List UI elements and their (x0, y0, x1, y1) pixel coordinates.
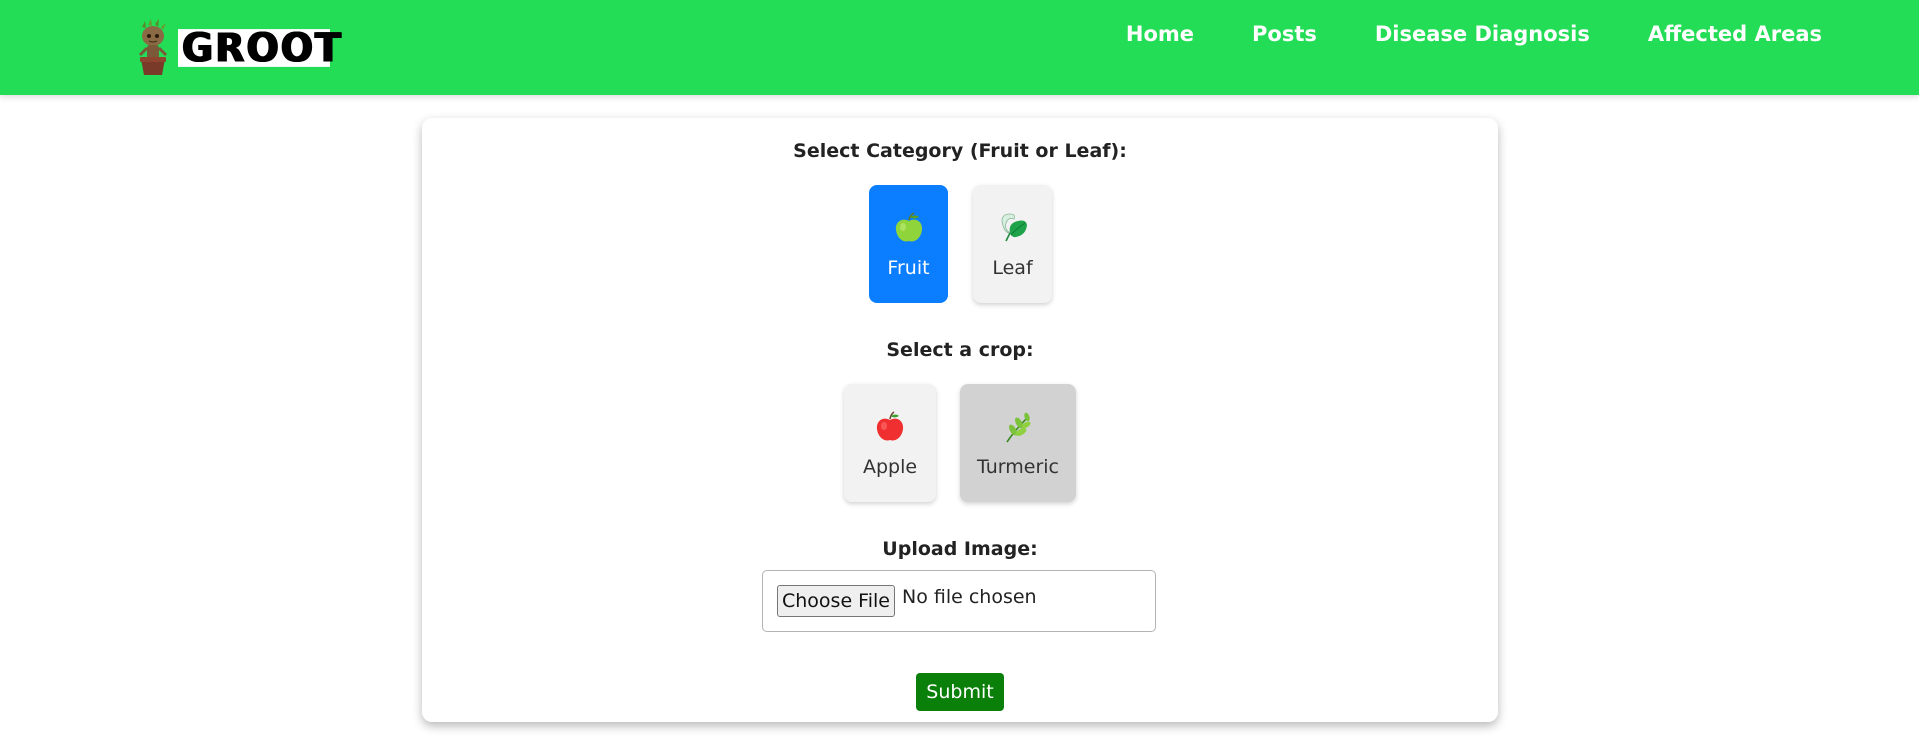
nav-posts[interactable]: Posts (1252, 22, 1317, 46)
file-input[interactable]: Choose File No file chosen (762, 570, 1156, 632)
category-option-label: Leaf (992, 257, 1033, 279)
file-status: No file chosen (902, 586, 1037, 608)
groot-mascot-icon (138, 19, 168, 75)
nav-disease-diagnosis[interactable]: Disease Diagnosis (1375, 22, 1590, 46)
crop-option-label: Turmeric (977, 456, 1059, 478)
navbar: GROOT Home Posts Disease Diagnosis Affec… (0, 0, 1919, 95)
diagnosis-form-card: Select Category (Fruit or Leaf): Fruit L… (422, 118, 1498, 722)
submit-button[interactable]: Submit (916, 673, 1004, 711)
crop-option-turmeric[interactable]: Turmeric (960, 384, 1076, 502)
logo-text: GROOT (178, 28, 341, 68)
category-option-label: Fruit (887, 257, 930, 279)
leaf-icon (1001, 213, 1027, 242)
crop-label: Select a crop: (886, 339, 1034, 361)
crop-option-apple[interactable]: Apple (844, 384, 936, 502)
category-option-fruit[interactable]: Fruit (869, 185, 948, 303)
nav-affected-areas[interactable]: Affected Areas (1648, 22, 1822, 46)
upload-label: Upload Image: (882, 538, 1038, 560)
crop-option-label: Apple (862, 456, 918, 478)
category-label: Select Category (Fruit or Leaf): (793, 140, 1127, 162)
herb-icon (1006, 412, 1031, 443)
category-option-leaf[interactable]: Leaf (973, 185, 1052, 303)
red-apple-icon (876, 411, 904, 441)
choose-file-button[interactable]: Choose File (777, 585, 895, 617)
nav-home[interactable]: Home (1126, 22, 1194, 46)
logo[interactable]: GROOT (132, 18, 341, 78)
green-apple-icon (895, 212, 922, 242)
nav-links: Home Posts Disease Diagnosis Affected Ar… (1068, 22, 1822, 46)
